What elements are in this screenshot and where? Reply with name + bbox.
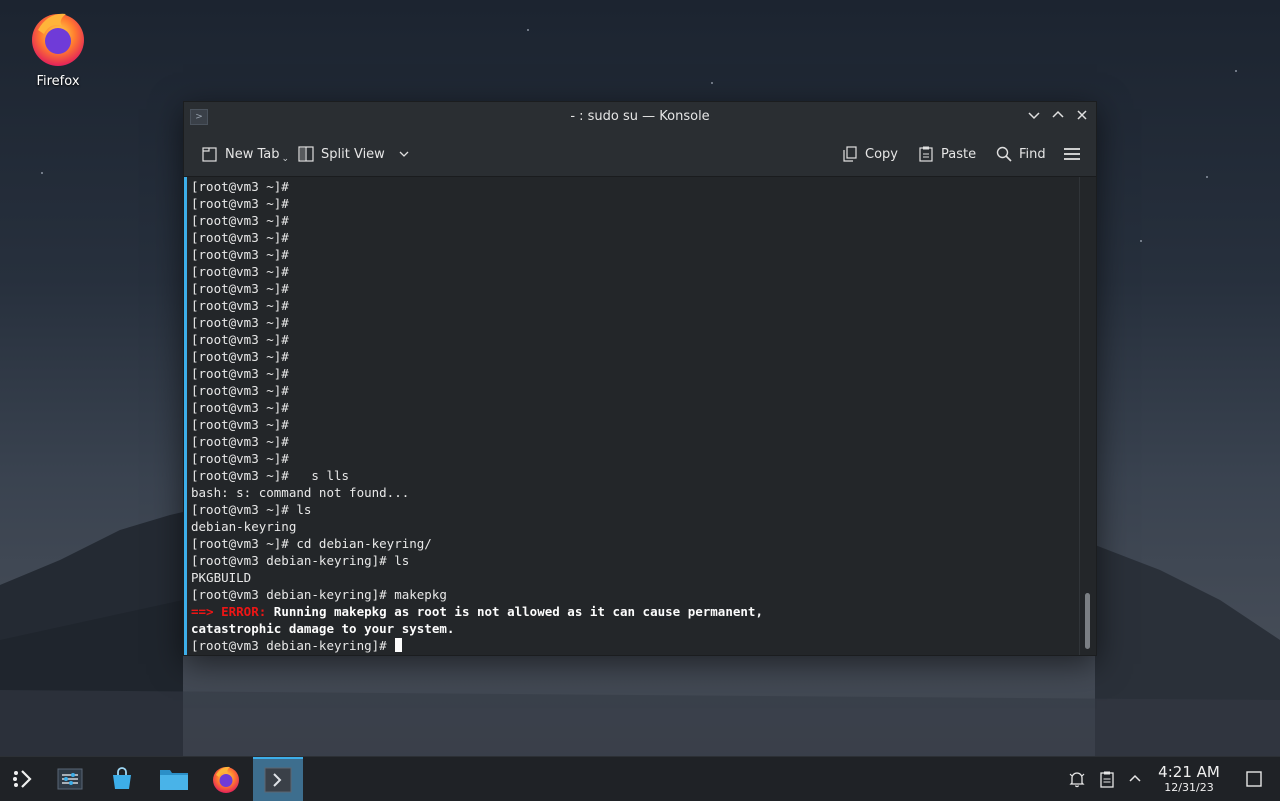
terminal-line: [root@vm3 ~]# <box>191 230 289 245</box>
notifications-icon <box>1069 772 1085 788</box>
scrollbar-thumb[interactable] <box>1085 593 1090 649</box>
firefox-icon <box>28 8 88 68</box>
terminal-line: [root@vm3 ~]# <box>191 196 289 211</box>
terminal-line: [root@vm3 ~]# <box>191 213 289 228</box>
minimize-icon <box>1028 112 1040 120</box>
find-label: Find <box>1019 146 1046 162</box>
notifications-button[interactable] <box>1067 769 1087 789</box>
window-title: - : sudo su — Konsole <box>570 109 710 124</box>
terminal-line: [root@vm3 debian-keyring]# makepkg <box>191 587 447 602</box>
split-view-label: Split View <box>321 146 385 162</box>
terminal-line: [root@vm3 ~]# ls <box>191 502 312 517</box>
copy-icon <box>843 146 857 162</box>
taskbar: 4:21 AM 12/31/23 <box>0 756 1280 801</box>
konsole-icon <box>264 767 292 793</box>
terminal-line: [root@vm3 ~]# <box>191 349 289 364</box>
digital-clock[interactable]: 4:21 AM 12/31/23 <box>1150 763 1228 795</box>
clock-time: 4:21 AM <box>1158 763 1220 781</box>
terminal-line: [root@vm3 ~]# <box>191 400 289 415</box>
app-launcher-icon <box>13 770 32 788</box>
error-message-continued: catastrophic damage to your system. <box>191 621 455 636</box>
title-bar[interactable]: > - : sudo su — Konsole <box>184 102 1096 132</box>
terminal-error-line: ==> ERROR: Running makepkg as root is no… <box>191 603 1080 620</box>
terminal-error-line: catastrophic damage to your system. <box>191 620 1080 637</box>
close-icon <box>1077 110 1087 120</box>
toolbar: New Tab ⌄ Split View Copy Paste Find <box>184 132 1096 177</box>
new-tab-icon <box>202 147 217 162</box>
terminal-line: [root@vm3 ~]# cd debian-keyring/ <box>191 536 432 551</box>
main-menu-button[interactable] <box>1063 144 1081 164</box>
terminal-prompt: [root@vm3 debian-keyring]# <box>191 638 387 653</box>
minimize-button[interactable] <box>1025 108 1043 126</box>
terminal-line: [root@vm3 ~]# <box>191 451 289 466</box>
hamburger-menu-icon <box>1064 148 1080 160</box>
terminal-prompt-line[interactable]: [root@vm3 debian-keyring]# <box>191 637 1080 654</box>
konsole-window: > - : sudo su — Konsole New Tab ⌄ Split … <box>183 101 1097 656</box>
taskbar-discover[interactable] <box>99 757 145 801</box>
application-launcher-button[interactable] <box>0 757 46 801</box>
chevron-down-icon: ⌄ <box>281 154 290 164</box>
tray-expand-button[interactable] <box>1125 769 1145 789</box>
paste-icon <box>919 146 933 162</box>
terminal-line: [root@vm3 ~]# <box>191 383 289 398</box>
terminal-line: [root@vm3 ~]# <box>191 247 289 262</box>
copy-button[interactable]: Copy <box>841 144 898 164</box>
clipboard-icon <box>1100 771 1114 788</box>
copy-label: Copy <box>865 146 898 162</box>
terminal-line: [root@vm3 ~]# <box>191 315 289 330</box>
file-manager-icon <box>160 770 188 790</box>
terminal-line: [root@vm3 ~]# <box>191 264 289 279</box>
split-view-button[interactable]: Split View <box>297 144 411 164</box>
maximize-icon <box>1052 110 1064 118</box>
terminal-line: [root@vm3 debian-keyring]# ls <box>191 553 410 568</box>
error-arrow: ==> <box>191 604 214 619</box>
terminal-history: [root@vm3 ~]# [root@vm3 ~]# [root@vm3 ~]# [… <box>191 178 1080 603</box>
error-message: Running makepkg as root is not allowed a… <box>273 604 763 619</box>
taskbar-system-settings[interactable] <box>47 757 93 801</box>
show-desktop-button[interactable] <box>1244 769 1264 789</box>
desktop-icon-label: Firefox <box>36 74 80 89</box>
tray-expand-icon <box>1129 774 1141 782</box>
terminal-line: bash: s: command not found... <box>191 485 410 500</box>
firefox-icon <box>213 766 239 793</box>
paste-button[interactable]: Paste <box>917 144 976 164</box>
terminal-line: [root@vm3 ~]# <box>191 179 289 194</box>
terminal-line: [root@vm3 ~]# <box>191 417 289 432</box>
text-cursor <box>395 638 403 652</box>
clock-date: 12/31/23 <box>1164 781 1214 794</box>
terminal-line: [root@vm3 ~]# <box>191 434 289 449</box>
terminal-line: [root@vm3 ~]# s lls <box>191 468 350 483</box>
terminal-line: PKGBUILD <box>191 570 252 585</box>
new-tab-label: New Tab <box>225 146 280 162</box>
chevron-down-icon <box>399 151 409 157</box>
terminal-line: debian-keyring <box>191 519 297 534</box>
discover-store-icon <box>113 767 131 789</box>
terminal-output[interactable]: [root@vm3 ~]# [root@vm3 ~]# [root@vm3 ~]# [… <box>184 177 1080 655</box>
terminal-scrollbar[interactable] <box>1079 177 1096 655</box>
taskbar-file-manager[interactable] <box>151 757 197 801</box>
error-label: ERROR: <box>221 604 267 619</box>
terminal-line: [root@vm3 ~]# <box>191 332 289 347</box>
taskbar-firefox[interactable] <box>203 757 249 801</box>
terminal-line: [root@vm3 ~]# <box>191 281 289 296</box>
search-icon <box>996 146 1012 162</box>
show-desktop-icon <box>1246 771 1262 787</box>
split-view-icon <box>298 146 314 162</box>
terminal-line: [root@vm3 ~]# <box>191 298 289 313</box>
new-tab-button[interactable]: New Tab ⌄ <box>201 144 289 164</box>
system-settings-icon <box>57 768 83 790</box>
clipboard-button[interactable] <box>1097 769 1117 789</box>
paste-label: Paste <box>941 146 977 162</box>
close-button[interactable] <box>1073 108 1091 126</box>
find-button[interactable]: Find <box>995 144 1046 164</box>
taskbar-konsole[interactable] <box>253 757 303 801</box>
maximize-button[interactable] <box>1049 108 1067 126</box>
terminal-line: [root@vm3 ~]# <box>191 366 289 381</box>
desktop-icon-firefox[interactable]: Firefox <box>22 8 94 89</box>
